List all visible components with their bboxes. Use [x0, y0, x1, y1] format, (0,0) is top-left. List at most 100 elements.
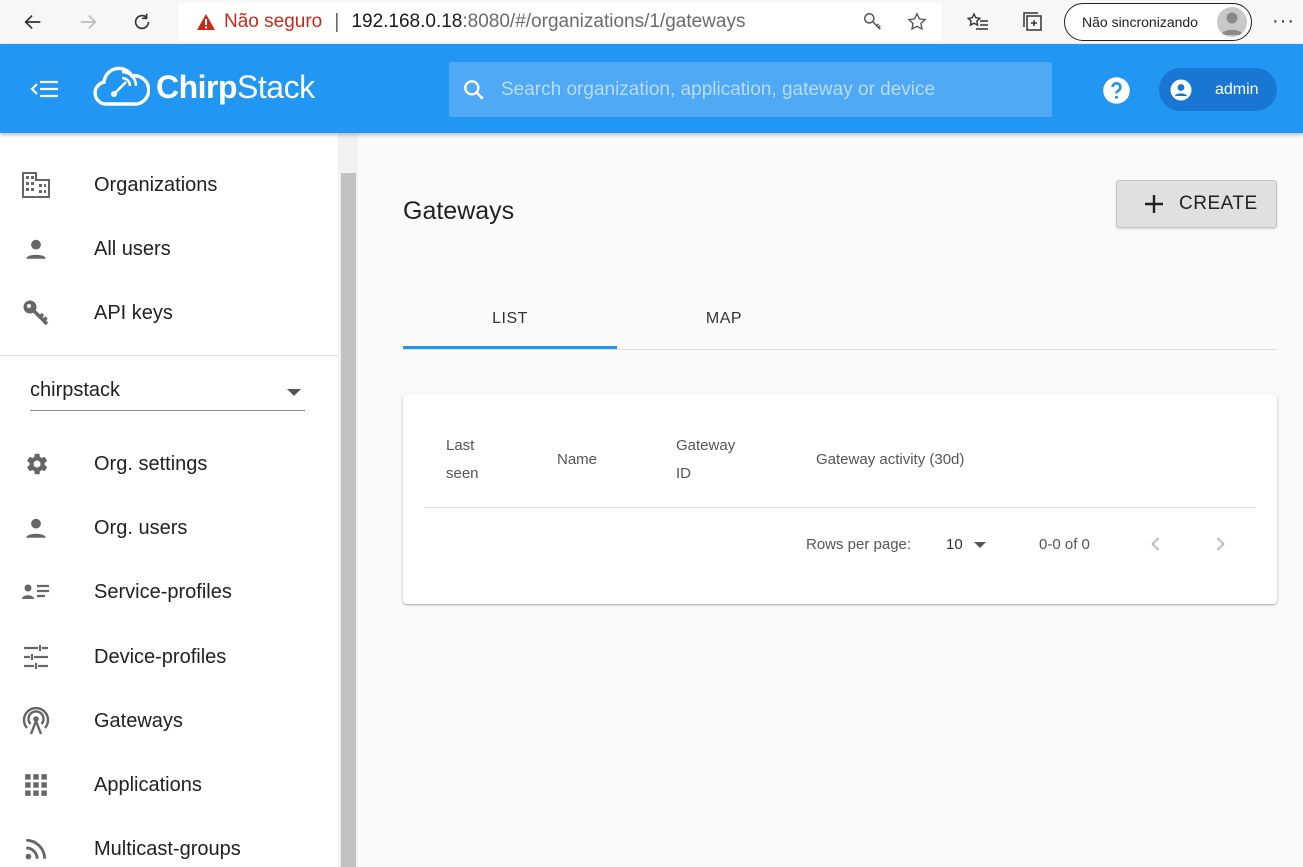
browser-toolbar: Não seguro | 192.168.0.18:8080/#/organiz… — [0, 0, 1303, 44]
sidebar-item-service-profiles[interactable]: Service-profiles — [0, 560, 338, 624]
sidebar-item-label: Gateways — [94, 709, 183, 732]
profile-list-icon — [21, 577, 51, 607]
tab-map[interactable]: MAP — [617, 290, 831, 348]
address-separator: | — [334, 10, 340, 33]
global-search[interactable] — [449, 62, 1052, 117]
sidebar-item-org-users[interactable]: Org. users — [0, 496, 338, 560]
logo-text: ChirpStack — [156, 69, 315, 106]
back-button[interactable] — [15, 4, 51, 40]
url-host: 192.168.0.18 — [351, 11, 463, 32]
sidebar-item-label: All users — [94, 237, 171, 260]
security-warning[interactable]: Não seguro — [196, 11, 322, 33]
organization-select[interactable]: chirpstack — [30, 377, 305, 411]
person-icon — [21, 513, 51, 543]
sidebar-item-applications[interactable]: Applications — [0, 753, 338, 817]
tab-label: MAP — [705, 310, 743, 327]
organization-select-value: chirpstack — [30, 379, 121, 401]
warning-icon — [197, 14, 215, 30]
sidebar-item-label: Org. settings — [94, 452, 208, 475]
page-title: Gateways — [403, 197, 515, 225]
sidebar-item-gateways[interactable]: Gateways — [0, 689, 338, 753]
sidebar-item-label: Org. users — [94, 516, 188, 539]
reload-button[interactable] — [124, 4, 160, 40]
tab-list[interactable]: LIST — [403, 290, 617, 348]
pagination-range: 0-0 of 0 — [1039, 536, 1090, 553]
person-icon — [1221, 12, 1243, 35]
reload-icon — [134, 13, 150, 30]
column-header-gateway-activity[interactable]: Gateway activity (30d) — [816, 446, 964, 474]
view-tabs: LIST MAP — [403, 290, 1277, 350]
sidebar-item-label: Organizations — [94, 173, 218, 196]
rows-per-page-select[interactable]: 10 — [946, 536, 963, 553]
user-name: admin — [1215, 80, 1259, 98]
rss-icon — [21, 834, 51, 864]
table-header-divider — [424, 507, 1256, 508]
chirpstack-cloud-icon — [93, 66, 150, 106]
tune-icon — [21, 642, 51, 672]
chevron-down-icon[interactable] — [974, 542, 986, 548]
sidebar-item-device-profiles[interactable]: Device-profiles — [0, 625, 338, 689]
arrow-left-icon — [24, 14, 41, 30]
user-menu-chip[interactable]: admin — [1159, 68, 1277, 111]
favorites-list-icon[interactable] — [966, 10, 990, 34]
collections-icon[interactable] — [1021, 10, 1045, 34]
profile-sync-button[interactable]: Não sincronizando — [1064, 3, 1252, 41]
gear-icon — [21, 449, 51, 479]
arrow-right-icon — [80, 14, 97, 30]
url-path: :8080/#/organizations/1/gateways — [462, 11, 746, 32]
column-header-name[interactable]: Name — [557, 446, 597, 474]
profile-avatar — [1217, 7, 1247, 37]
search-icon — [464, 79, 484, 100]
help-button[interactable] — [1102, 76, 1131, 110]
app-bar: ChirpStack admin — [0, 44, 1303, 133]
address-bar-icons — [862, 11, 928, 33]
tab-label: LIST — [492, 310, 528, 327]
next-page-button[interactable] — [1208, 532, 1232, 556]
forward-button[interactable] — [70, 4, 106, 40]
column-header-last-seen[interactable]: Last seen — [446, 432, 506, 488]
gateway-icon — [21, 706, 51, 736]
more-menu-icon[interactable]: ··· — [1272, 10, 1295, 33]
sidebar: Organizations All users API keys chirpst… — [0, 133, 358, 867]
help-icon — [1103, 77, 1130, 104]
address-bar[interactable]: Não seguro | 192.168.0.18:8080/#/organiz… — [178, 3, 942, 41]
menu-collapse-button[interactable] — [30, 78, 60, 105]
sidebar-scrollbar-thumb[interactable] — [341, 173, 356, 867]
sidebar-item-api-keys[interactable]: API keys — [0, 281, 338, 345]
chirpstack-logo[interactable]: ChirpStack — [92, 64, 315, 110]
previous-page-button[interactable] — [1144, 532, 1168, 556]
plus-icon — [1143, 193, 1165, 215]
gateways-table-card: Last seen Name Gateway ID Gateway activi… — [403, 394, 1277, 604]
chevron-right-icon — [1216, 537, 1225, 551]
sidebar-item-label: Device-profiles — [94, 645, 227, 668]
logo-text-bold: Chirp — [156, 68, 238, 105]
key-icon — [21, 298, 51, 328]
security-label: Não seguro — [224, 11, 323, 32]
account-circle-icon — [1170, 79, 1192, 100]
search-input[interactable] — [501, 78, 1041, 101]
sidebar-divider — [0, 355, 338, 356]
sidebar-item-multicast-groups[interactable]: Multicast-groups — [0, 817, 338, 867]
rows-per-page-label: Rows per page: — [806, 536, 912, 553]
create-button-label: CREATE — [1179, 193, 1258, 214]
chevron-down-icon — [287, 389, 301, 396]
create-gateway-button[interactable]: CREATE — [1116, 180, 1277, 228]
profile-sync-label: Não sincronizando — [1082, 14, 1198, 30]
chevron-left-icon — [1151, 537, 1160, 551]
menu-open-icon — [30, 80, 58, 98]
building-icon — [21, 170, 51, 200]
active-tab-indicator — [403, 346, 617, 349]
column-header-gateway-id[interactable]: Gateway ID — [676, 432, 746, 488]
sidebar-item-label: API keys — [94, 301, 173, 324]
person-icon — [21, 234, 51, 264]
sidebar-item-org-settings[interactable]: Org. settings — [0, 432, 338, 496]
sidebar-item-label: Applications — [94, 773, 202, 796]
logo-text-light: Stack — [237, 68, 315, 105]
sidebar-item-label: Multicast-groups — [94, 837, 241, 860]
sidebar-item-all-users[interactable]: All users — [0, 217, 338, 281]
favorite-star-icon[interactable] — [906, 11, 928, 33]
key-search-icon[interactable] — [862, 11, 884, 33]
sidebar-item-label: Service-profiles — [94, 580, 232, 603]
sidebar-item-organizations[interactable]: Organizations — [0, 153, 338, 217]
apps-grid-icon — [21, 770, 51, 800]
